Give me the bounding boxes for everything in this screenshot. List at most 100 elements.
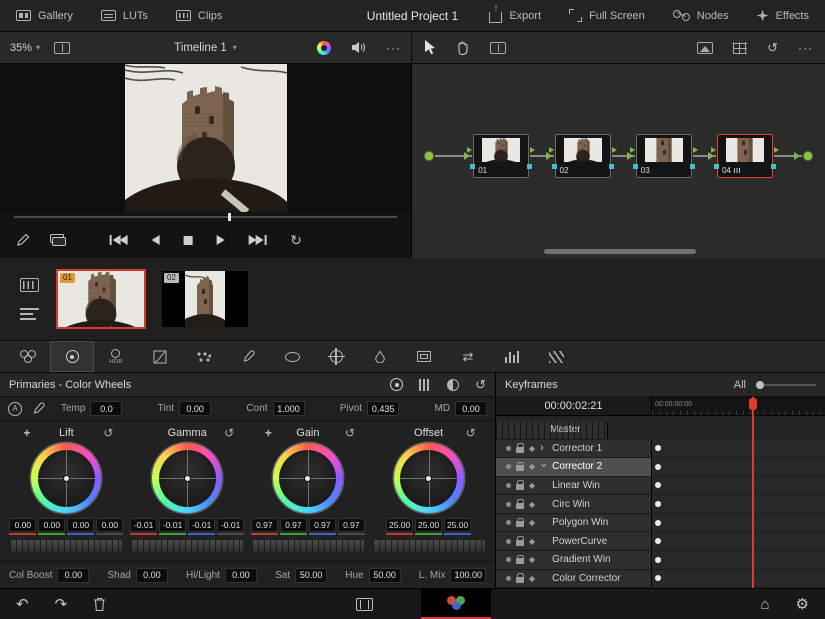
- keyframe-track[interactable]: [607, 421, 608, 439]
- keyframe-track[interactable]: [651, 495, 825, 513]
- keyframe-track[interactable]: [651, 440, 825, 458]
- key-output-icon[interactable]: [690, 164, 695, 169]
- col-boost-value[interactable]: 0.00: [57, 568, 89, 583]
- white-balance-picker-icon[interactable]: [32, 402, 45, 415]
- loop-button[interactable]: ↻: [290, 232, 302, 249]
- stop-button[interactable]: [183, 236, 192, 245]
- key-input-icon[interactable]: [470, 164, 475, 169]
- lock-icon[interactable]: [516, 465, 524, 471]
- speaker-icon[interactable]: [351, 41, 366, 54]
- offset-color-wheel[interactable]: [394, 443, 464, 513]
- gamma-value-g[interactable]: -0.01: [159, 518, 186, 532]
- palette-color-wheels[interactable]: [6, 341, 50, 372]
- key-output-icon[interactable]: [527, 164, 532, 169]
- palette-primaries[interactable]: [50, 341, 94, 372]
- gamma-value-y[interactable]: -0.01: [217, 518, 244, 532]
- edit-page-button[interactable]: [356, 589, 373, 619]
- enable-dot[interactable]: [506, 483, 511, 488]
- hand-tool-icon[interactable]: [456, 41, 470, 55]
- grade-toggle-icon[interactable]: [317, 41, 331, 55]
- gamma-value-r[interactable]: -0.01: [130, 518, 157, 532]
- enable-dot[interactable]: [506, 539, 511, 544]
- palette-curves[interactable]: [138, 341, 182, 372]
- wheel-indicator[interactable]: [305, 476, 310, 481]
- offset-value-b[interactable]: 25.00: [444, 518, 471, 532]
- keyframes-ruler[interactable]: 00:00:00:00: [651, 397, 825, 415]
- lut-grid-icon[interactable]: [733, 42, 747, 54]
- palette-warper[interactable]: [182, 341, 226, 372]
- log-mode-icon[interactable]: [447, 379, 459, 391]
- skip-end-button[interactable]: [248, 235, 266, 245]
- keyframe-row-gradient-win[interactable]: ◆ › Gradient Win: [496, 551, 825, 570]
- enable-dot[interactable]: [506, 464, 511, 469]
- effects-button[interactable]: Effects: [757, 10, 809, 22]
- palette-scopes[interactable]: [490, 341, 534, 372]
- clip-thumbnail-02[interactable]: 02: [162, 271, 248, 327]
- lift-value-r[interactable]: 0.00: [9, 518, 36, 532]
- luts-button[interactable]: LUTs: [101, 10, 148, 22]
- reset-icon[interactable]: ↺: [103, 426, 113, 440]
- wheel-indicator[interactable]: [426, 476, 431, 481]
- lock-icon[interactable]: [516, 503, 524, 509]
- node-graph[interactable]: 01 02 03: [412, 64, 825, 258]
- clips-view-icon[interactable]: [20, 278, 39, 292]
- fullscreen-button[interactable]: Full Screen: [569, 9, 645, 22]
- chevron-down-icon[interactable]: ›: [538, 463, 550, 470]
- gain-value-b[interactable]: 0.97: [309, 518, 336, 532]
- keyframe-track[interactable]: [651, 551, 825, 569]
- split-screen-icon[interactable]: [54, 42, 70, 54]
- key-input-icon[interactable]: [633, 164, 638, 169]
- keyframe-diamond-icon[interactable]: ◆: [529, 555, 535, 564]
- lock-icon[interactable]: [516, 558, 524, 564]
- palette-motion[interactable]: [534, 341, 578, 372]
- timeline-view-icon[interactable]: [20, 308, 39, 320]
- wheels-mode-icon[interactable]: [390, 378, 403, 391]
- keyframe-track[interactable]: [651, 570, 825, 588]
- lock-icon[interactable]: [516, 484, 524, 490]
- reset-icon[interactable]: ↺: [345, 426, 355, 440]
- palette-magic-mask[interactable]: [358, 341, 402, 372]
- chevron-right-icon[interactable]: ›: [540, 442, 547, 454]
- export-button[interactable]: Export: [489, 8, 541, 23]
- wheel-indicator[interactable]: [64, 476, 69, 481]
- node-01[interactable]: 01: [473, 134, 529, 178]
- rgb-output-icon[interactable]: [612, 147, 617, 153]
- reset-icon[interactable]: ↺: [224, 426, 234, 440]
- node-03[interactable]: 03: [636, 134, 692, 178]
- keyframe-row-corrector-1[interactable]: ◆ › Corrector 1: [496, 440, 825, 459]
- keyframe-diamond-icon[interactable]: ◆: [529, 500, 535, 509]
- node-input-dot[interactable]: [424, 151, 434, 161]
- lift-value-g[interactable]: 0.00: [38, 518, 65, 532]
- rgb-output-icon[interactable]: [774, 147, 779, 153]
- node-output-dot[interactable]: [803, 151, 813, 161]
- viewer-scrubber[interactable]: [14, 212, 397, 222]
- keyframes-zoom-slider[interactable]: [756, 381, 816, 389]
- rgb-input-icon[interactable]: [711, 147, 716, 153]
- keyframe-diamond-icon[interactable]: ◆: [529, 444, 535, 453]
- clip-thumbnail-01[interactable]: 01: [58, 271, 144, 327]
- wheel-adjust-icon[interactable]: +: [265, 428, 272, 438]
- md-value[interactable]: 0.00: [455, 401, 487, 416]
- timeline-select[interactable]: Timeline 1 ▾: [174, 42, 237, 54]
- auto-balance-icon[interactable]: A: [8, 402, 22, 416]
- gain-value-y[interactable]: 0.97: [338, 518, 365, 532]
- cursor-tool-icon[interactable]: [424, 40, 436, 55]
- palette-qualifier[interactable]: [226, 341, 270, 372]
- enable-dot[interactable]: [506, 576, 511, 581]
- more-options-icon[interactable]: ···: [386, 41, 401, 55]
- node-02[interactable]: 02: [555, 134, 611, 178]
- wheel-indicator[interactable]: [185, 476, 190, 481]
- keyframes-filter[interactable]: All: [734, 379, 746, 391]
- offset-master-wheel[interactable]: [373, 540, 485, 552]
- gamma-value-b[interactable]: -0.01: [188, 518, 215, 532]
- layers-icon[interactable]: [50, 234, 66, 246]
- rgb-input-icon[interactable]: [549, 147, 554, 153]
- hilight-value[interactable]: 0.00: [225, 568, 257, 583]
- nodes-button[interactable]: Nodes: [673, 10, 729, 22]
- lift-value-y[interactable]: 0.00: [96, 518, 123, 532]
- more-options-icon[interactable]: ···: [798, 41, 813, 55]
- pivot-value[interactable]: 0.435: [367, 401, 399, 416]
- skip-start-button[interactable]: [109, 235, 127, 245]
- keyframe-diamond-icon[interactable]: ◆: [529, 481, 535, 490]
- rgb-input-icon[interactable]: [630, 147, 635, 153]
